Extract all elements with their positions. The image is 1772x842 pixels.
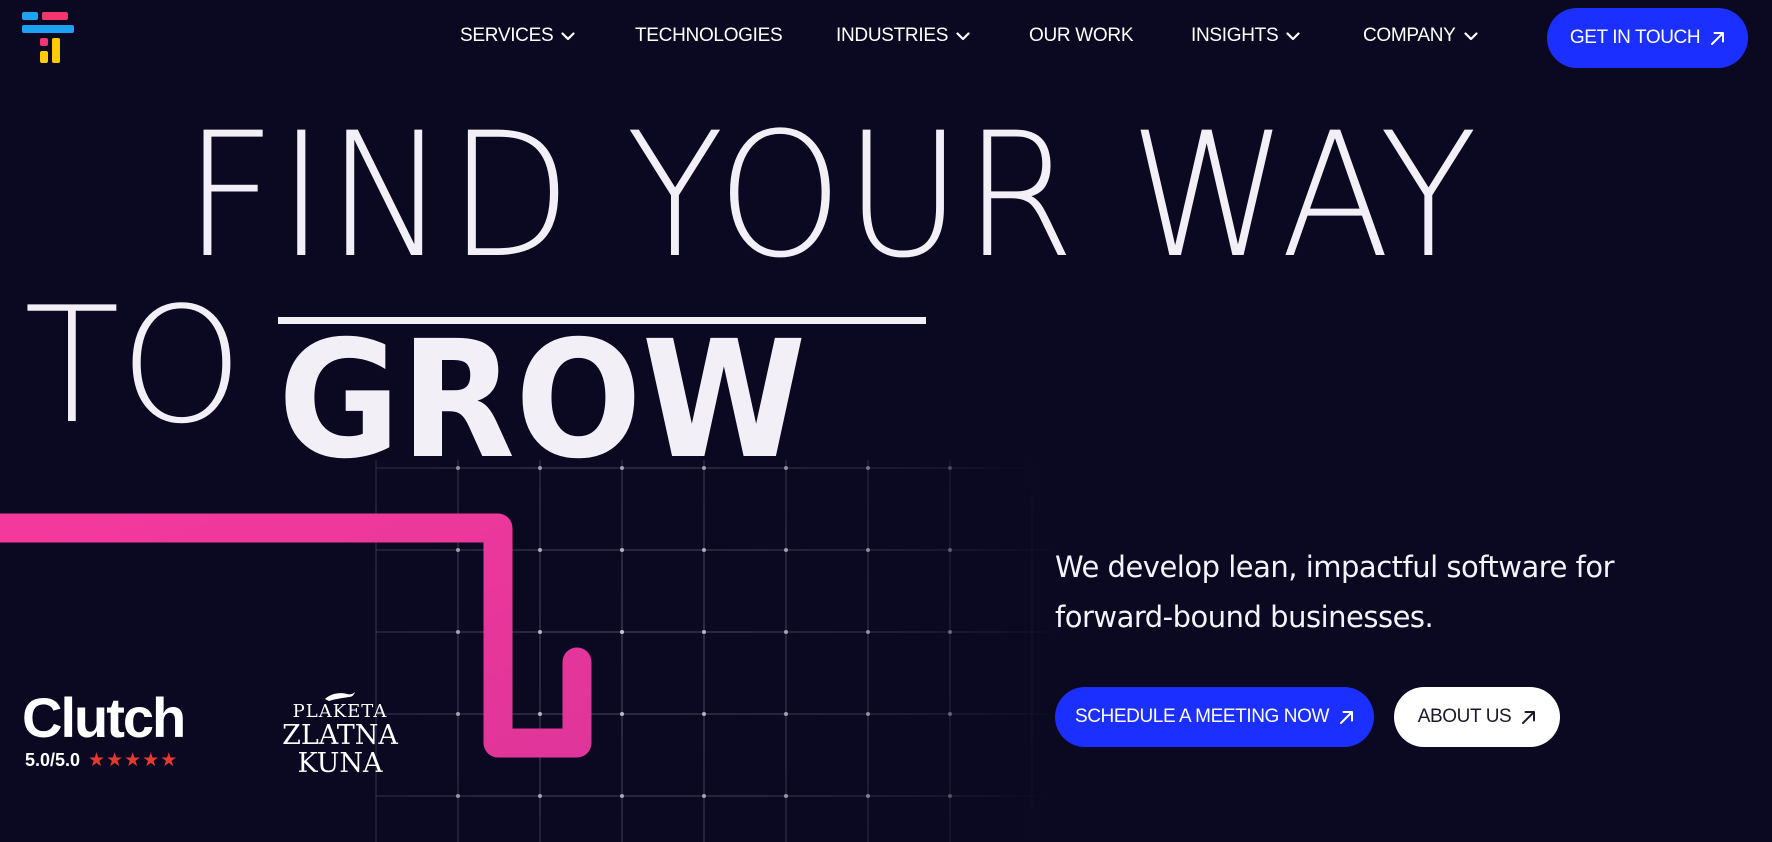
grid-dot	[784, 712, 788, 716]
grid-dot	[702, 630, 706, 634]
nav-our-work-label: OUR WORK	[1029, 25, 1134, 46]
nav-technologies-label: TECHNOLOGIES	[635, 25, 783, 46]
grid-dot	[456, 630, 460, 634]
grid-dot	[948, 794, 952, 798]
about-us-button[interactable]: ABOUT US	[1394, 687, 1560, 747]
star-icon: ★	[106, 750, 124, 771]
logo-bar-pink	[42, 12, 68, 20]
chevron-down-icon	[1463, 31, 1478, 41]
clutch-logo: Clutch	[22, 686, 186, 749]
nav-insights[interactable]: INSIGHTS	[1191, 25, 1300, 47]
clutch-score: 5.0/5.0	[25, 750, 81, 770]
grid-dot	[784, 548, 788, 552]
star-icon: ★	[142, 750, 160, 771]
about-us-label: ABOUT US	[1417, 706, 1512, 727]
star-icon: ★	[88, 750, 106, 771]
grid-dot	[948, 712, 952, 716]
grid-dot	[620, 630, 624, 634]
company-logo[interactable]	[22, 12, 74, 64]
nav-industries-label: INDUSTRIES	[836, 25, 949, 46]
clutch-badge[interactable]: Clutch 5.0/5.0 ★ ★ ★ ★ ★	[22, 686, 186, 771]
grid-dot	[702, 548, 706, 552]
hero-headline-grow: GROW	[278, 307, 807, 495]
get-in-touch-button[interactable]: GET IN TOUCH	[1547, 8, 1748, 68]
grid-dot	[866, 466, 870, 470]
arrow-up-right-icon	[1339, 710, 1354, 725]
chevron-down-icon	[1286, 31, 1300, 41]
nav-services[interactable]: SERVICES	[460, 25, 575, 47]
nav-insights-label: INSIGHTS	[1191, 25, 1279, 46]
grid-dot	[866, 712, 870, 716]
logo-bar-blue	[22, 12, 38, 20]
grid-dot	[866, 794, 870, 798]
get-in-touch-label: GET IN TOUCH	[1569, 27, 1701, 48]
arrow-up-right-icon	[1521, 710, 1536, 725]
nav-industries[interactable]: INDUSTRIES	[836, 25, 970, 47]
grid-dot	[456, 548, 460, 552]
logo-bar-pink-small	[40, 38, 48, 46]
hero-page: SERVICES TECHNOLOGIES INDUSTRIES OUR WOR…	[0, 0, 1772, 842]
zlatna-kuna-award-badge: PLAKETA ZLATNA KUNA	[280, 690, 400, 778]
hero-headline-line1: FIND YOUR WAY	[184, 95, 1480, 296]
nav-company-label: COMPANY	[1363, 25, 1456, 46]
nav-company[interactable]: COMPANY	[1363, 25, 1478, 47]
grid-dot	[702, 794, 706, 798]
grid-dot	[538, 712, 542, 716]
grid-dot	[866, 630, 870, 634]
award-line2: ZLATNA	[282, 720, 398, 751]
logo-bar-yellow	[40, 51, 48, 63]
star-icon: ★	[124, 750, 142, 771]
schedule-meeting-button[interactable]: SCHEDULE A MEETING NOW	[1055, 687, 1374, 747]
grid-dot	[784, 630, 788, 634]
grid-dot	[948, 466, 952, 470]
star-icon: ★	[160, 750, 178, 771]
grid-dot	[620, 794, 624, 798]
grid-dot	[620, 548, 624, 552]
grid-dot	[620, 712, 624, 716]
nav-our-work[interactable]: OUR WORK	[1029, 25, 1134, 47]
chevron-down-icon	[956, 31, 970, 41]
grid-dot	[948, 630, 952, 634]
chevron-down-icon	[561, 31, 575, 41]
rating-stars: ★ ★ ★ ★ ★	[88, 751, 177, 770]
hero-tagline: We develop lean, impactful software for …	[1055, 550, 1615, 634]
grid-dot	[456, 712, 460, 716]
award-line3: KUNA	[297, 748, 383, 779]
nav-technologies[interactable]: TECHNOLOGIES	[635, 25, 783, 47]
award-line1: PLAKETA	[292, 701, 388, 722]
grid-dot	[538, 630, 542, 634]
grid-dot	[784, 794, 788, 798]
grid-dot	[456, 794, 460, 798]
grid-dot	[538, 794, 542, 798]
logo-bar-yellow-right	[52, 38, 60, 63]
arrow-up-right-icon	[1710, 31, 1725, 46]
schedule-meeting-label: SCHEDULE A MEETING NOW	[1074, 706, 1330, 727]
grid-dot	[948, 548, 952, 552]
grid-dot	[538, 548, 542, 552]
grid-dot	[702, 712, 706, 716]
logo-bar-cyan	[22, 25, 74, 33]
grid-dot	[866, 548, 870, 552]
clutch-rating: 5.0/5.0 ★ ★ ★ ★ ★	[22, 750, 184, 771]
nav-services-label: SERVICES	[460, 25, 554, 46]
hero-headline-to: TO	[24, 272, 244, 459]
